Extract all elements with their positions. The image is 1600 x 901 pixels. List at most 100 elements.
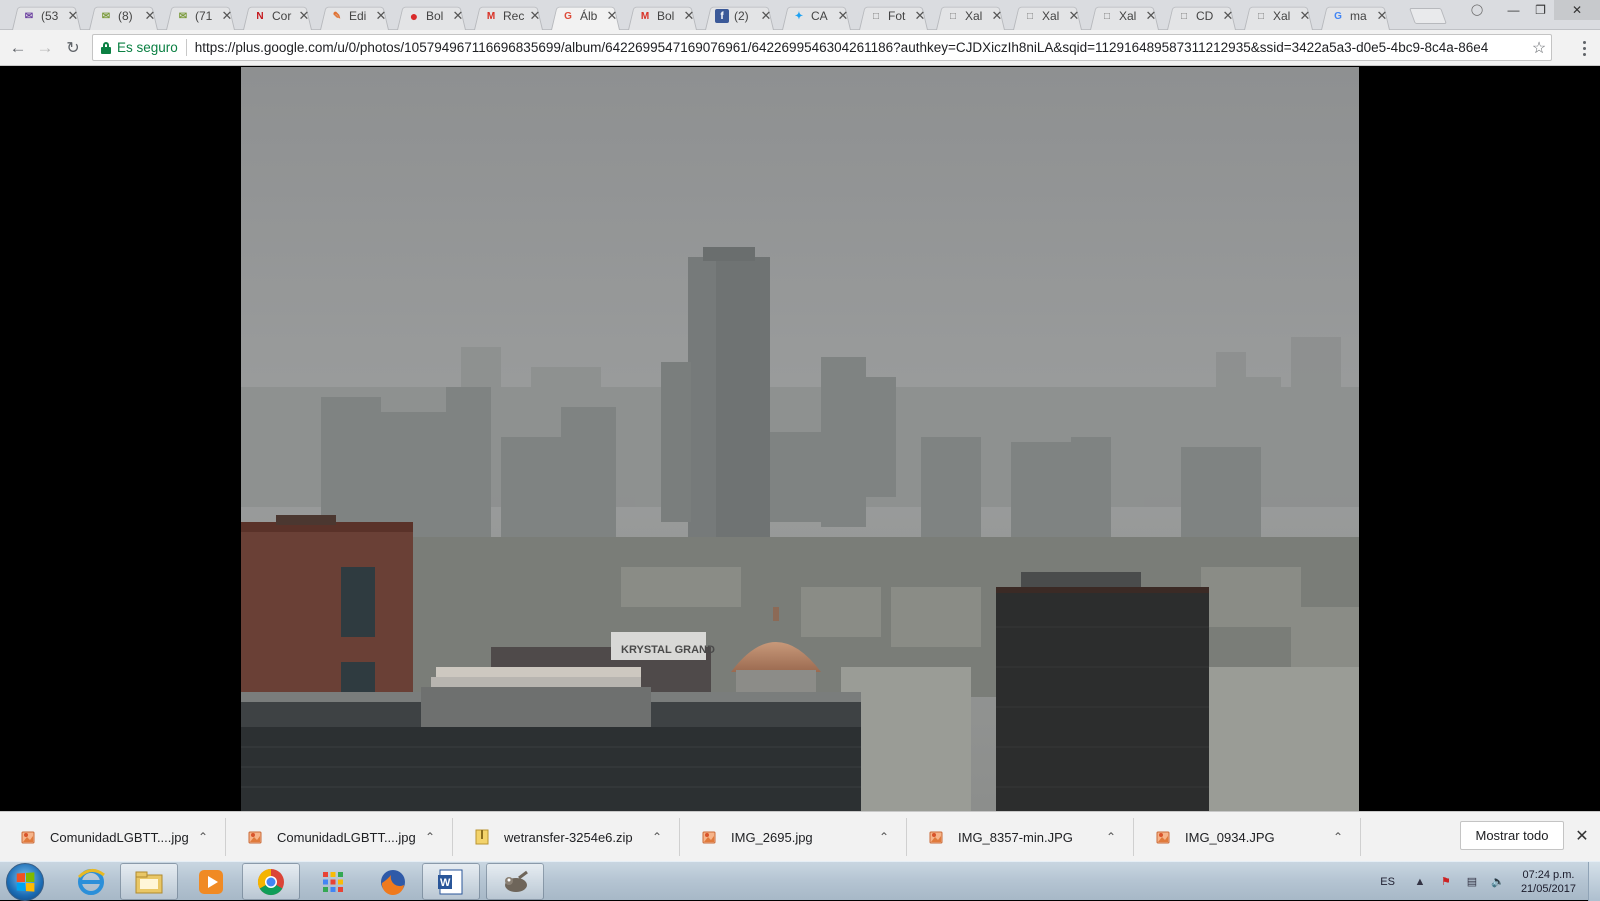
browser-tab[interactable]: □ CD ✕ [1163, 2, 1240, 30]
tab-close-icon[interactable]: ✕ [991, 8, 1003, 24]
tab-close-icon[interactable]: ✕ [606, 8, 618, 24]
file-explorer-icon[interactable] [120, 863, 178, 900]
browser-tab[interactable]: M Rec ✕ [470, 2, 547, 30]
tab-close-icon[interactable]: ✕ [1376, 8, 1388, 24]
browser-tab[interactable]: Gma ✕ [1317, 2, 1394, 30]
tab-close-icon[interactable]: ✕ [760, 8, 772, 24]
bookmark-star-icon[interactable]: ☆ [1527, 38, 1551, 58]
chrome-icon[interactable] [242, 863, 300, 900]
tab-close-icon[interactable]: ✕ [298, 8, 310, 24]
image-file-icon [928, 829, 944, 845]
browser-tab[interactable]: M Bol ✕ [624, 2, 701, 30]
tab-close-icon[interactable]: ✕ [1299, 8, 1311, 24]
tab-title: CA [811, 9, 828, 23]
red-dot-icon: ● [409, 8, 419, 24]
restore-button[interactable]: ❐ [1527, 0, 1554, 20]
chevron-up-icon[interactable]: ⌃ [872, 830, 896, 844]
tab-title: Álb [580, 9, 598, 23]
browser-tab[interactable]: □ Xal ✕ [1240, 2, 1317, 30]
browser-tab[interactable]: ● Bol ✕ [393, 2, 470, 30]
photo-viewer: KRYSTAL GRAND [0, 67, 1600, 811]
browser-tab[interactable]: f (2) ✕ [701, 2, 778, 30]
language-indicator[interactable]: ES [1380, 876, 1395, 888]
forward-button[interactable]: → [35, 38, 55, 58]
tab-title: Cor [272, 9, 292, 23]
tab-title: Rec [503, 9, 525, 23]
browser-toolbar: ← → ↻ Es seguro https://plus.google.com/… [0, 30, 1600, 66]
word-icon[interactable]: W [422, 863, 480, 900]
firefox-icon[interactable] [364, 863, 422, 900]
browser-tab[interactable]: ✉ (53 ✕ [8, 2, 85, 30]
lock-icon [101, 41, 111, 54]
gimp-icon[interactable] [486, 863, 544, 900]
browser-tab[interactable]: ✦ CA ✕ [778, 2, 855, 30]
tab-close-icon[interactable]: ✕ [1222, 8, 1234, 24]
tab-close-icon[interactable]: ✕ [144, 8, 156, 24]
tab-close-icon[interactable]: ✕ [683, 8, 695, 24]
gmail-icon: M [640, 10, 650, 22]
page-icon: □ [1257, 10, 1265, 22]
tab-close-icon[interactable]: ✕ [67, 8, 79, 24]
browser-tab[interactable]: □ Xal ✕ [1086, 2, 1163, 30]
browser-tab[interactable]: □ Fot ✕ [855, 2, 932, 30]
network-icon[interactable]: ▤ [1463, 873, 1481, 891]
show-all-downloads-button[interactable]: Mostrar todo [1460, 821, 1564, 850]
browser-tab[interactable]: G Álb ✕ [547, 2, 624, 30]
reload-button[interactable]: ↻ [63, 38, 83, 58]
windows-taskbar: W ES ▲ ⚑ ▤ 🔈 07:24 p.m. 21/05/2017 [0, 861, 1600, 901]
clock[interactable]: 07:24 p.m. 21/05/2017 [1521, 868, 1576, 896]
browser-tab[interactable]: □ Xal ✕ [1009, 2, 1086, 30]
tab-close-icon[interactable]: ✕ [837, 8, 849, 24]
download-item[interactable]: wetransfer-3254e6.zip ⌃ [454, 818, 680, 856]
start-button[interactable] [6, 863, 44, 901]
action-center-flag-icon[interactable]: ⚑ [1437, 873, 1455, 891]
show-desktop-button[interactable] [1588, 862, 1600, 901]
tab-title: Edi [349, 9, 367, 23]
google-icon: G [1334, 10, 1342, 22]
download-item[interactable]: IMG_0934.JPG ⌃ [1135, 818, 1361, 856]
chevron-up-icon[interactable]: ⌃ [1326, 830, 1350, 844]
close-window-button[interactable]: ✕ [1554, 0, 1600, 20]
browser-tab[interactable]: ✎ Edi ✕ [316, 2, 393, 30]
tab-close-icon[interactable]: ✕ [529, 8, 541, 24]
tab-close-icon[interactable]: ✕ [221, 8, 233, 24]
tab-close-icon[interactable]: ✕ [1068, 8, 1080, 24]
apps-grid-icon[interactable] [304, 863, 362, 900]
chevron-up-icon[interactable]: ⌃ [645, 830, 669, 844]
browser-tab[interactable]: N Cor ✕ [239, 2, 316, 30]
chevron-up-icon[interactable]: ⌃ [1099, 830, 1123, 844]
clock-time: 07:24 p.m. [1522, 868, 1575, 881]
minimize-button[interactable]: — [1500, 0, 1527, 20]
tab-close-icon[interactable]: ✕ [452, 8, 464, 24]
omnibox-divider [185, 39, 187, 56]
page-icon: □ [1103, 10, 1111, 22]
chevron-up-icon[interactable]: ⌃ [191, 830, 215, 844]
profile-icon[interactable]: ◯ [1464, 0, 1490, 18]
tab-title: Fot [888, 9, 906, 23]
tab-list: ✉ (53 ✕ ✉ (8) ✕ ✉ (71 ✕ N Cor ✕ ✎ Edi ✕ ● Bol ✕ M Rec ✕ G Álb ✕… [8, 2, 1394, 30]
browser-tab[interactable]: ✉ (8) ✕ [85, 2, 162, 30]
url-text[interactable]: https://plus.google.com/u/0/photos/10579… [195, 40, 1527, 55]
volume-icon[interactable]: 🔈 [1489, 873, 1507, 891]
download-item[interactable]: IMG_2695.jpg ⌃ [681, 818, 907, 856]
browser-tab[interactable]: ✉ (71 ✕ [162, 2, 239, 30]
media-player-icon[interactable] [182, 863, 240, 900]
browser-tab[interactable]: □ Xal ✕ [932, 2, 1009, 30]
download-item[interactable]: ComunidadLGBTT....jpg ⌃ [0, 818, 226, 856]
image-file-icon [20, 829, 36, 845]
chevron-up-icon[interactable]: ⌃ [418, 830, 442, 844]
envelope-icon: ✉ [178, 10, 188, 22]
address-bar[interactable]: Es seguro https://plus.google.com/u/0/ph… [92, 34, 1552, 61]
browser-menu-icon[interactable] [1576, 38, 1592, 58]
tab-close-icon[interactable]: ✕ [914, 8, 926, 24]
tab-close-icon[interactable]: ✕ [1145, 8, 1157, 24]
page-icon: □ [949, 10, 957, 22]
download-item[interactable]: ComunidadLGBTT....jpg ⌃ [227, 818, 453, 856]
download-item[interactable]: IMG_8357-min.JPG ⌃ [908, 818, 1134, 856]
back-button[interactable]: ← [8, 38, 28, 58]
show-hidden-icons-icon[interactable]: ▲ [1411, 873, 1429, 891]
close-shelf-icon[interactable]: ✕ [1572, 826, 1592, 846]
new-tab-button[interactable] [1409, 8, 1447, 24]
internet-explorer-icon[interactable] [62, 863, 120, 900]
tab-close-icon[interactable]: ✕ [375, 8, 387, 24]
